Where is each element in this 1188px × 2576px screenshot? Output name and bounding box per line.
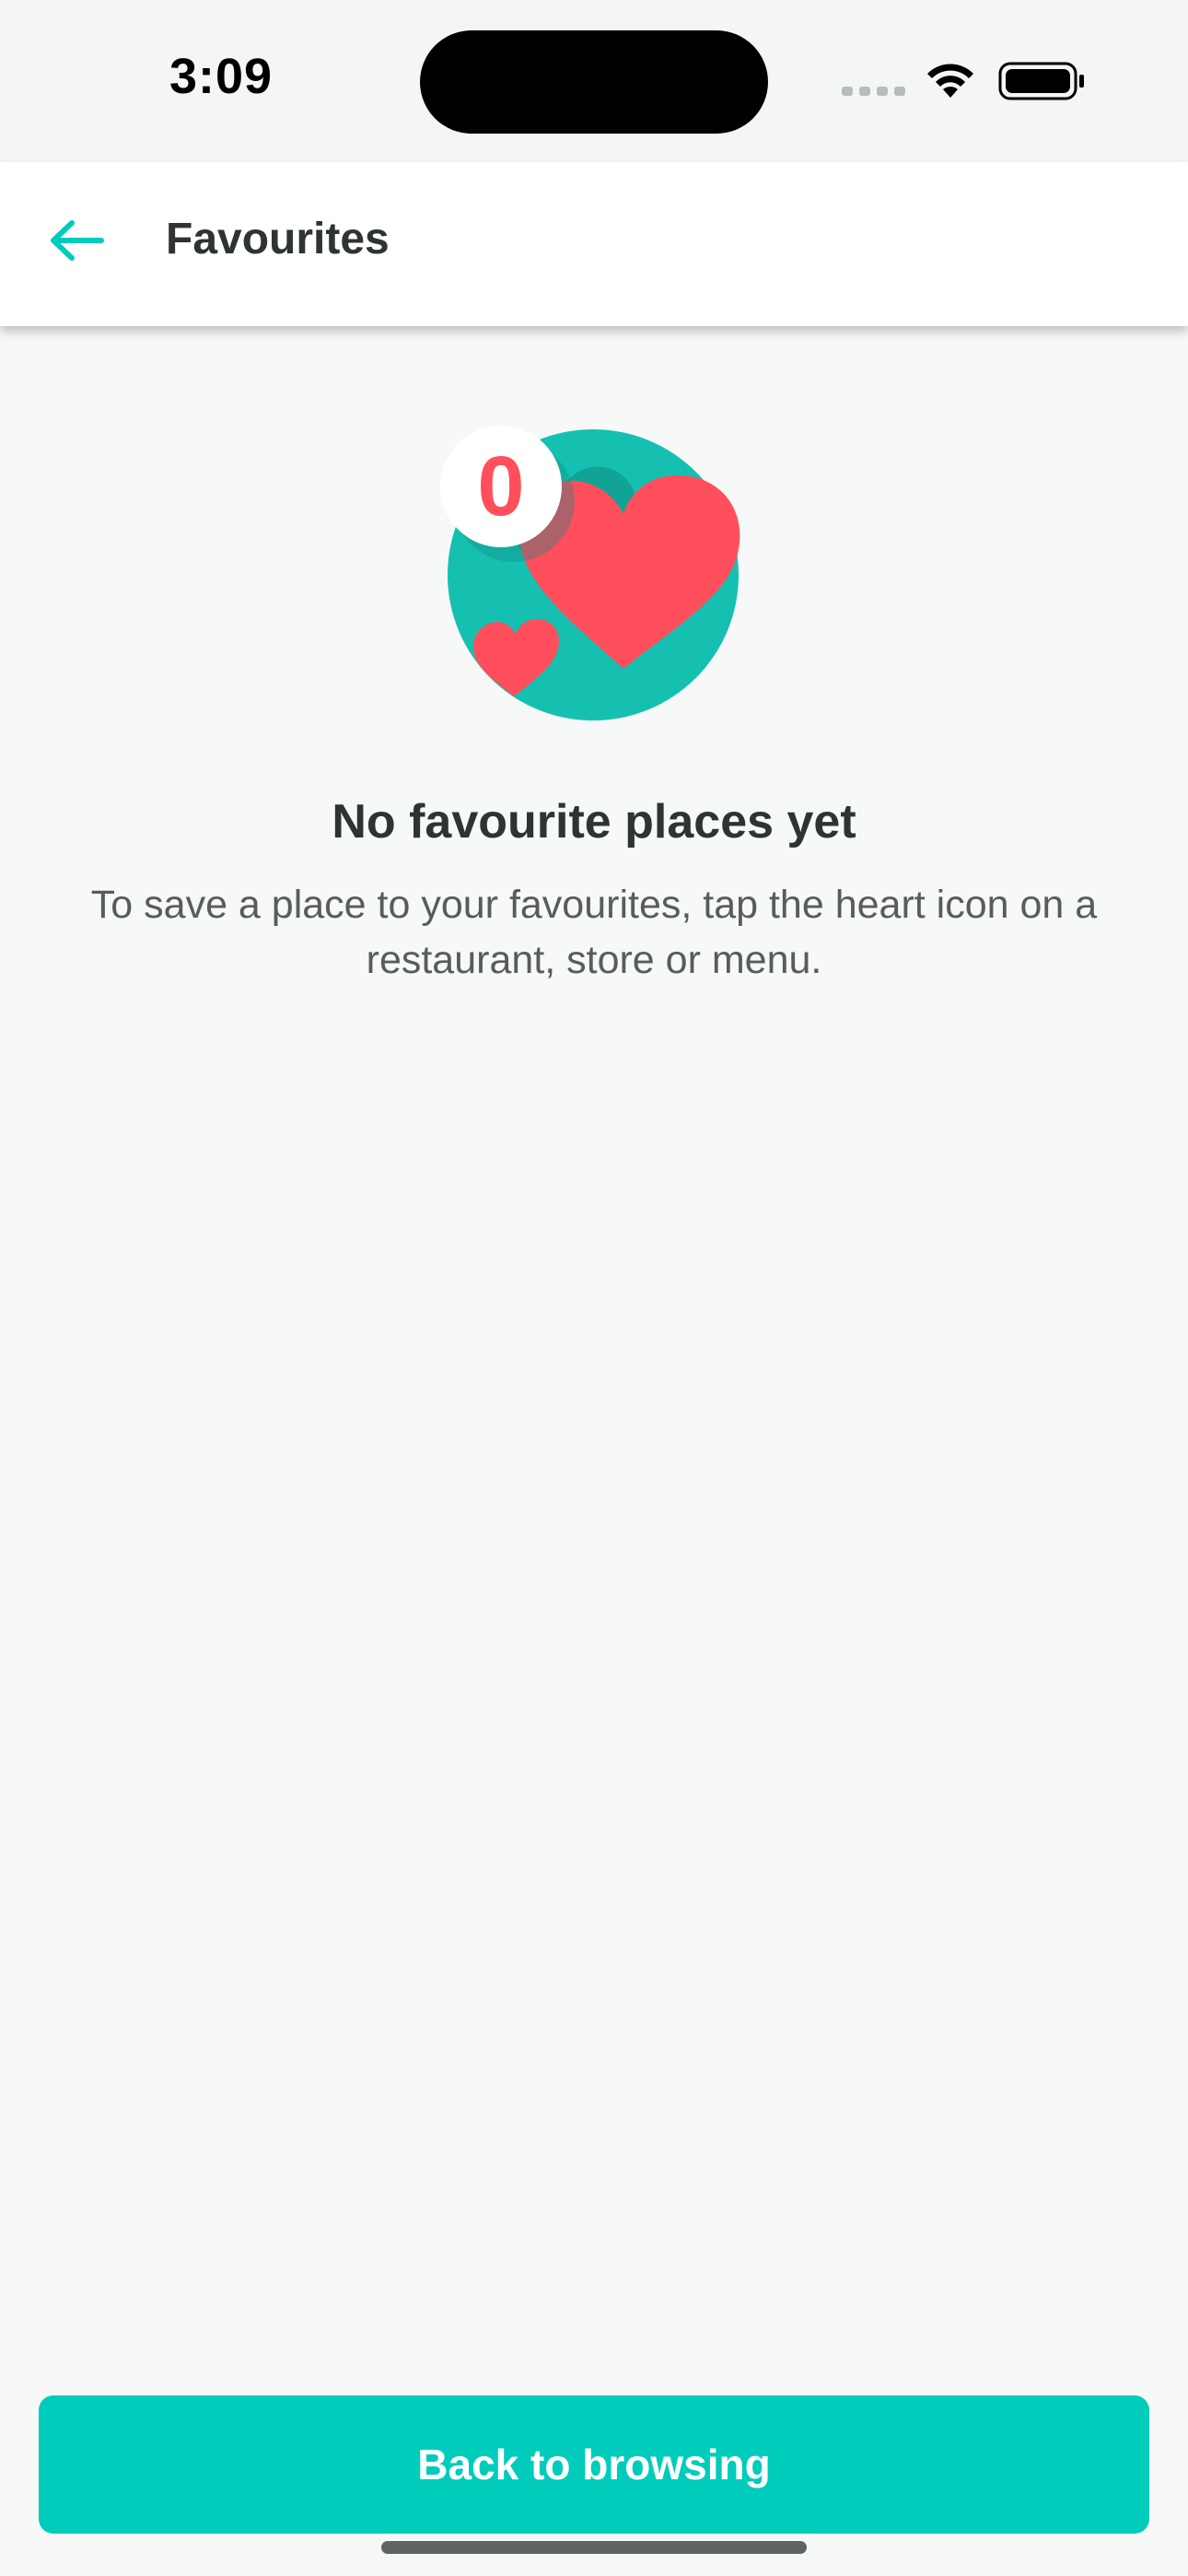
page-title: Favourites [166,215,390,263]
cellular-signal-icon [842,87,906,96]
arrow-left-icon[interactable] [48,217,105,263]
hearts-illustration-icon: 0 [440,426,740,720]
home-indicator[interactable] [381,2541,807,2554]
app-header: Favourites [0,162,1188,326]
empty-state-title: No favourite places yet [332,795,856,849]
badge-count: 0 [477,439,524,533]
dynamic-island [420,30,768,134]
empty-state-description: To save a place to your favourites, tap … [90,883,1098,982]
battery-icon [998,62,1084,100]
back-to-browsing-button[interactable]: Back to browsing [39,2395,1149,2534]
status-time: 3:09 [169,49,274,104]
wifi-icon [927,64,973,98]
status-bar: 3:09 [0,0,1188,162]
